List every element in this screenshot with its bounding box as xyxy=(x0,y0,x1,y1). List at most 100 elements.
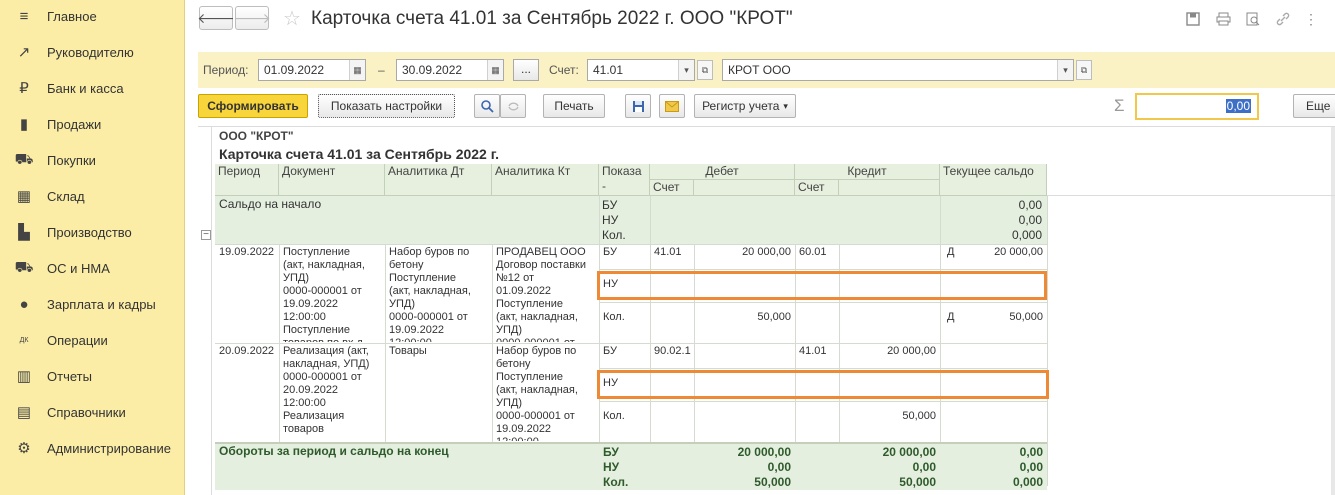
save-icon xyxy=(632,100,644,112)
print-icon[interactable] xyxy=(1214,10,1232,28)
period-from-field[interactable]: 01.09.2022 ▦ xyxy=(258,59,366,81)
dropdown-icon[interactable]: ▾ xyxy=(1057,60,1073,80)
sidebar-item[interactable]: ▤ Справочники xyxy=(0,394,185,430)
row2-kredit-account: 41.01 xyxy=(799,345,827,357)
sum-field[interactable]: 0,00 xyxy=(1135,93,1259,120)
grid-line xyxy=(1047,196,1048,486)
vertical-scrollbar[interactable] xyxy=(1331,127,1335,495)
register-button[interactable]: Регистр учета ▾ xyxy=(694,94,796,118)
search-button[interactable] xyxy=(474,94,500,118)
organization-field[interactable]: КРОТ ООО ▾ xyxy=(722,59,1074,81)
report-area: − ООО "КРОТ" Карточка счета 41.01 за Сен… xyxy=(198,126,1335,495)
sidebar-item[interactable]: ▮ Продажи xyxy=(0,106,185,142)
chart-icon: ▥ xyxy=(16,368,32,385)
dropdown-icon[interactable]: ▾ xyxy=(678,60,694,80)
save-icon[interactable] xyxy=(1184,10,1202,28)
sidebar-item-label: Производство xyxy=(47,224,132,240)
sidebar-item[interactable]: ▙ Производство xyxy=(0,214,185,250)
cell-line: (акт, накладная, xyxy=(283,259,365,271)
cell-line: товаров по вх.д xyxy=(283,337,381,342)
sidebar-item[interactable]: ● Зарплата и кадры xyxy=(0,286,185,322)
sidebar-item-label: Отчеты xyxy=(47,368,92,384)
row2-document[interactable]: Реализация (акт, накладная, УПД) 0000-0000… xyxy=(280,345,384,441)
grid-line xyxy=(940,196,941,442)
row1-document[interactable]: Поступление (акт, накладная, УПД) 0000-0000… xyxy=(280,246,384,342)
row-divider xyxy=(599,401,1047,402)
sidebar-item[interactable]: ▦ Склад xyxy=(0,178,185,214)
cell-line: 19.09.2022 xyxy=(389,324,445,336)
totals-saldo-nu: 0,00 xyxy=(1019,460,1043,474)
show-settings-button[interactable]: Показать настройки xyxy=(318,94,455,118)
link-icon[interactable] xyxy=(1274,10,1292,28)
cell-line: Реализация xyxy=(283,410,345,422)
totals-debet: 20 000,00 0,00 50,000 xyxy=(695,445,794,490)
preview-icon[interactable] xyxy=(1244,10,1262,28)
favorite-star-icon[interactable]: ☆ xyxy=(283,6,301,31)
calendar-icon[interactable]: ▦ xyxy=(349,60,365,80)
menu-icon: ≡ xyxy=(19,7,29,25)
cell-line: 12:00:00 xyxy=(496,436,595,441)
envelope-icon xyxy=(665,100,679,112)
account-field[interactable]: 41.01 ▾ xyxy=(587,59,695,81)
group-line xyxy=(211,127,212,495)
generate-button[interactable]: Сформировать xyxy=(198,94,308,118)
collapse-icon[interactable]: − xyxy=(201,230,211,240)
more-button[interactable]: Еще xyxy=(1293,94,1335,118)
saldo-start-bu: 0,00 xyxy=(1018,198,1042,212)
totals-kredit: 20 000,00 0,00 50,000 xyxy=(840,445,939,490)
open-icon[interactable]: ⧉ xyxy=(697,60,713,80)
cell-line: Набор буров по xyxy=(496,345,577,357)
totals-indicator-kol: Кол. xyxy=(603,475,629,489)
header-debet-sum xyxy=(694,180,795,196)
open-icon[interactable]: ⧉ xyxy=(1076,60,1092,80)
back-button[interactable]: 🡐 xyxy=(197,6,235,30)
sidebar-item[interactable]: ↗ Руководителю xyxy=(0,34,185,70)
calendar-icon[interactable]: ▦ xyxy=(487,60,503,80)
save-report-button[interactable] xyxy=(625,94,651,118)
sidebar-item[interactable]: ДК Операции xyxy=(0,322,185,358)
refresh-icon xyxy=(507,102,519,110)
totals-saldo-kol: 0,000 xyxy=(1012,475,1043,489)
row1-analytics-kt: ПРОДАВЕЦ ООО Договор поставки №12 от 01.09.… xyxy=(493,246,598,342)
period-from-value: 01.09.2022 xyxy=(264,63,325,77)
email-button[interactable] xyxy=(659,94,685,118)
more-vertical-icon[interactable]: ⋮ xyxy=(1302,10,1320,28)
dt-kt-icon: ДК xyxy=(19,336,29,344)
grid-line xyxy=(650,196,651,442)
page-title: Карточка счета 41.01 за Сентябрь 2022 г.… xyxy=(311,8,793,29)
arrow-left-icon: 🡐 xyxy=(197,9,235,26)
search-cancel-button[interactable] xyxy=(500,94,526,118)
books-icon: ▤ xyxy=(16,404,32,421)
period-dash: – xyxy=(378,63,385,77)
arrow-right-icon: 🡒 xyxy=(233,9,271,26)
sidebar-item-label: Склад xyxy=(47,188,85,204)
cell-line: 20.09.2022 xyxy=(283,384,339,396)
forward-button[interactable]: 🡒 xyxy=(233,6,271,30)
header-saldo: Текущее сальдо xyxy=(940,164,1047,196)
sidebar-item[interactable]: ▥ Отчеты xyxy=(0,358,185,394)
cell-line: Договор поставки xyxy=(496,259,586,271)
totals-kredit-nu: 0,00 xyxy=(912,460,936,474)
cell-line: УПД) xyxy=(496,324,523,336)
cell-line: (акт, накладная, xyxy=(389,285,471,297)
sidebar-item[interactable]: ⛟ ОС и НМА xyxy=(0,250,185,286)
cell-line: 01.09.2022 xyxy=(496,285,552,297)
sidebar-item[interactable]: ₽ Банк и касса xyxy=(0,70,185,106)
cell-line: 0000-000001 от xyxy=(283,371,362,383)
sidebar-item-label: Руководителю xyxy=(47,44,134,60)
totals-kredit-bu: 20 000,00 xyxy=(882,445,936,459)
row-divider xyxy=(599,368,1047,369)
sidebar-item[interactable]: ⛟ Покупки xyxy=(0,142,185,178)
sidebar-item[interactable]: ≡ Главное xyxy=(0,0,185,34)
saldo-start-nu: 0,00 xyxy=(1018,213,1042,227)
totals-indicator-nu: НУ xyxy=(603,460,620,474)
period-select-button[interactable]: ... xyxy=(513,59,539,81)
dropdown-icon: ▾ xyxy=(783,100,788,111)
period-to-field[interactable]: 30.09.2022 ▦ xyxy=(396,59,504,81)
print-button[interactable]: Печать xyxy=(543,94,605,118)
bag-icon: ▮ xyxy=(19,116,29,133)
sidebar-item[interactable]: ⚙ Администрирование xyxy=(0,430,185,466)
truck-icon: ⛟ xyxy=(14,258,34,276)
period-bar: Период: 01.09.2022 ▦ – 30.09.2022 ▦ ... … xyxy=(198,52,1335,88)
header-debet-account: Счет xyxy=(650,180,694,196)
